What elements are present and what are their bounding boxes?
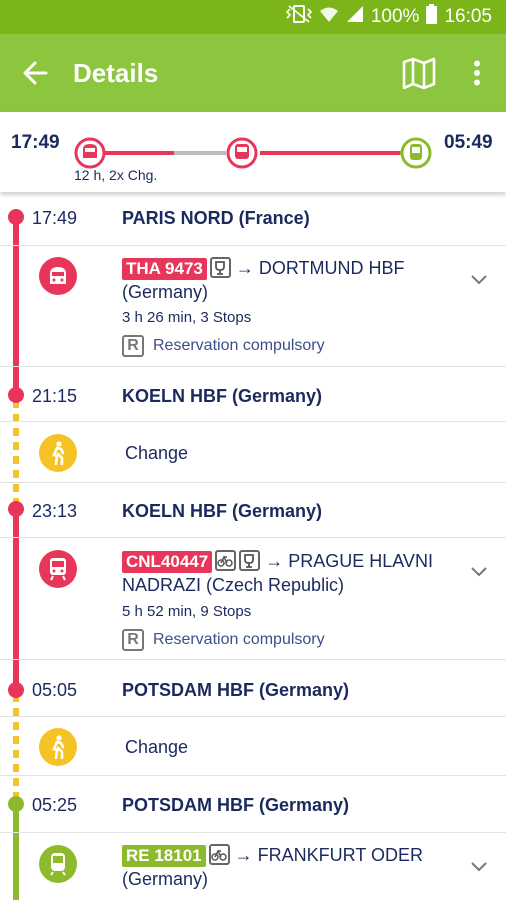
stop-dot [8, 501, 24, 517]
stop-dot [8, 796, 24, 812]
leg-row[interactable]: THA 9473 → DORTMUND HBF (Germany) 3 h 26… [0, 246, 506, 367]
departure-time: 17:49 [11, 132, 60, 153]
leg-row[interactable]: RE 18101 → FRANKFURT ODER (Germany) [0, 833, 506, 900]
destination-country: (Germany) [122, 869, 209, 889]
reservation-note: R Reservation compulsory [122, 629, 325, 651]
stop-name: POTSDAM HBF (Germany) [122, 680, 350, 700]
stop-time: 17:49 [32, 208, 78, 228]
signal-icon [346, 5, 364, 29]
change-row: Change [0, 717, 506, 776]
destination-text: → FRANKFURT ODER [234, 845, 423, 865]
stop-name: PARIS NORD (France) [122, 208, 310, 228]
regional-train-icon [39, 845, 77, 883]
destination-text: → PRAGUE HLAVNI [265, 551, 433, 571]
stop-dot [8, 209, 24, 225]
walking-icon [39, 728, 77, 766]
bicycle-icon [208, 844, 230, 865]
stop-row[interactable]: 05:25 POTSDAM HBF (Germany) [0, 776, 506, 833]
reservation-icon: R [122, 629, 144, 651]
change-label: Change [125, 737, 189, 757]
leg-destination: RE 18101 → FRANKFURT ODER (Germany) [122, 843, 446, 891]
leg-destination: CNL40447 → PRAGUE HLAVNI NADRAZI (Czech … [122, 549, 446, 597]
journey-timeline: 17:49 PARIS NORD (France) THA 9473 → DOR… [0, 192, 506, 900]
wifi-icon [319, 5, 339, 29]
bistro-icon [209, 257, 231, 278]
destination-country: (Germany) [122, 282, 209, 302]
battery-percent: 100% [370, 6, 420, 27]
change-row: Change [0, 422, 506, 483]
leg-info: 5 h 52 min, 9 Stops [122, 603, 252, 620]
stop-name: KOELN HBF (Germany) [122, 386, 323, 406]
leg-row[interactable]: CNL40447 → PRAGUE HLAVNI NADRAZI (Czech … [0, 538, 506, 660]
stop-time: 21:15 [32, 386, 78, 406]
stop-row[interactable]: 17:49 PARIS NORD (France) [0, 192, 506, 246]
map-icon [402, 57, 436, 89]
stop-row[interactable]: 05:05 POTSDAM HBF (Germany) [0, 660, 506, 717]
arrival-time: 05:49 [444, 132, 493, 153]
reservation-icon: R [122, 335, 144, 357]
back-button[interactable] [0, 34, 70, 112]
stop-name: KOELN HBF (Germany) [122, 501, 323, 521]
status-bar: 100% 16:05 [0, 0, 506, 34]
map-button[interactable] [390, 34, 448, 112]
highspeed-train-icon [39, 257, 77, 295]
stop-time: 23:13 [32, 501, 78, 521]
chevron-down-icon[interactable] [468, 855, 490, 877]
stop-time: 05:25 [32, 795, 78, 815]
stop-dot [8, 387, 24, 403]
regional-train-icon [400, 137, 432, 169]
stop-row[interactable]: 23:13 KOELN HBF (Germany) [0, 483, 506, 538]
stop-time: 05:05 [32, 680, 78, 700]
more-vert-icon [474, 60, 480, 86]
vibrate-icon [285, 5, 312, 29]
reservation-text: Reservation compulsory [153, 337, 325, 354]
destination-text: → DORTMUND HBF [235, 258, 405, 278]
reservation-text: Reservation compulsory [153, 631, 325, 648]
app-bar: Details [0, 34, 506, 112]
train-icon [39, 550, 77, 588]
change-label: Change [125, 443, 189, 463]
more-options-button[interactable] [448, 34, 506, 112]
train-icon [226, 137, 258, 169]
journey-duration: 12 h, 2x Chg. [74, 167, 158, 183]
walking-icon [39, 434, 77, 472]
reservation-note: R Reservation compulsory [122, 335, 325, 357]
leg-info: 3 h 26 min, 3 Stops [122, 309, 252, 326]
stop-row[interactable]: 21:15 KOELN HBF (Germany) [0, 367, 506, 422]
arrow-left-icon [23, 61, 48, 85]
destination-country: NADRAZI (Czech Republic) [122, 575, 345, 595]
chevron-down-icon[interactable] [468, 268, 490, 290]
stop-dot [8, 682, 24, 698]
train-number-badge: CNL40447 [122, 551, 213, 573]
chevron-down-icon[interactable] [468, 560, 490, 582]
clock: 16:05 [444, 6, 492, 27]
page-title: Details [73, 57, 159, 88]
train-number-badge: THA 9473 [122, 258, 207, 280]
train-number-badge: RE 18101 [122, 845, 206, 867]
battery-icon [426, 4, 438, 30]
leg-destination: THA 9473 → DORTMUND HBF (Germany) [122, 256, 446, 304]
bicycle-icon [215, 550, 237, 571]
stop-name: POTSDAM HBF (Germany) [122, 795, 350, 815]
highspeed-train-icon [74, 137, 106, 169]
bistro-icon [239, 550, 261, 571]
journey-summary: 17:49 05:49 12 h, 2x Chg. [0, 112, 506, 192]
